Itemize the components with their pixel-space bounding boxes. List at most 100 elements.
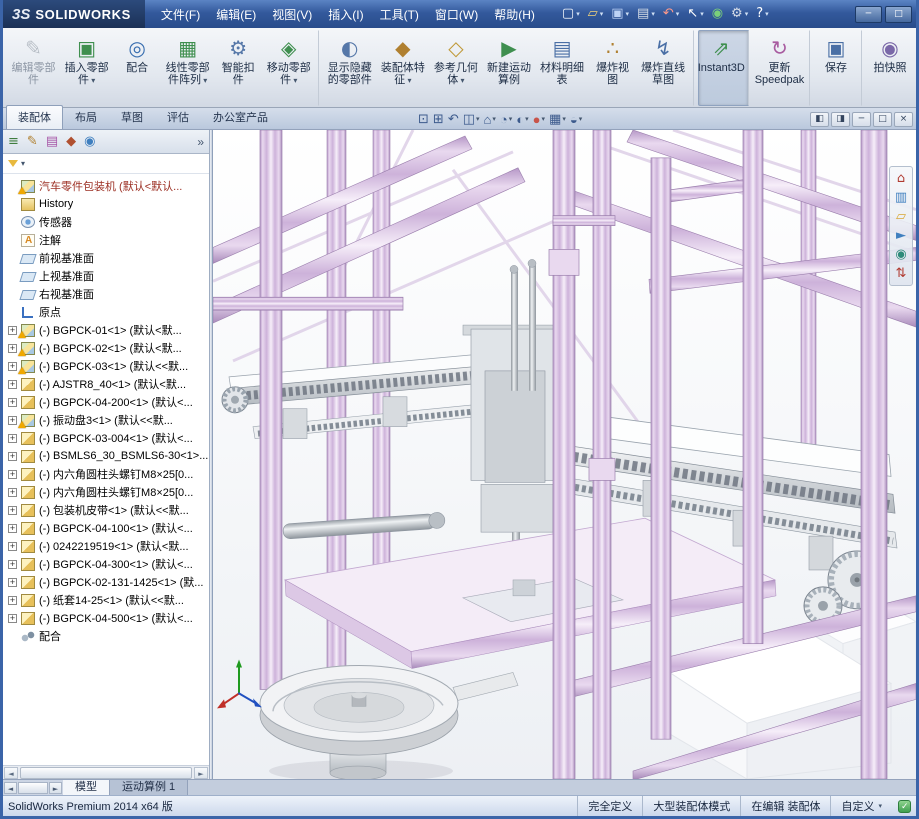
previous-doc-button[interactable]: ◧ — [810, 112, 829, 127]
show-hidden-components-button[interactable]: ◐ 显示隐藏的零部件 — [323, 30, 376, 106]
restore-button[interactable]: □ — [885, 6, 912, 23]
forward-button-icon[interactable]: ► — [896, 228, 906, 243]
expand-icon[interactable] — [8, 416, 17, 425]
expand-icon[interactable] — [8, 434, 17, 443]
expand-icon[interactable] — [8, 344, 17, 353]
expand-icon[interactable] — [8, 362, 17, 371]
tree-item[interactable]: (-) BGPCK-01<1> (默认<默... — [5, 321, 209, 339]
tree-item[interactable]: (-) 内六角圆柱头螺钉M8×25[0... — [5, 483, 209, 501]
section-view-button[interactable]: ◫ — [463, 111, 480, 127]
scroll-left-icon[interactable]: ◄ — [4, 767, 18, 779]
instant3d-button[interactable]: ⇗ Instant3D — [698, 30, 749, 106]
options-button[interactable]: ⚙ — [728, 5, 751, 23]
menu-item[interactable]: 编辑(E) — [208, 1, 264, 28]
expand-icon[interactable] — [8, 560, 17, 569]
bill-of-materials-button[interactable]: ▤ 材料明细表 — [536, 30, 589, 106]
undo-button[interactable]: ↶ — [660, 5, 682, 23]
tree-item[interactable]: 注解 — [5, 231, 209, 249]
menu-item[interactable]: 窗口(W) — [427, 1, 486, 28]
close-doc-button[interactable]: × — [894, 112, 913, 127]
updown-button-icon[interactable]: ⇅ — [896, 266, 907, 281]
tree-item[interactable]: (-) BGPCK-03<1> (默认<<默... — [5, 357, 209, 375]
new-document-button[interactable]: ▢ — [559, 5, 583, 23]
print-button[interactable]: ▤ — [634, 5, 658, 23]
expand-icon[interactable] — [8, 596, 17, 605]
restore-doc-button[interactable]: □ — [873, 112, 892, 127]
take-snapshot-button[interactable]: ◉ 拍快照 — [866, 30, 914, 106]
menu-item[interactable]: 帮助(H) — [486, 1, 543, 28]
view-settings-button[interactable]: ◒ — [570, 112, 582, 127]
apply-scene-button[interactable]: ▦ — [549, 111, 566, 127]
zoom-area-button[interactable]: ⊞ — [433, 111, 444, 127]
mate-button[interactable]: ◎ 配合 — [113, 30, 161, 106]
tab-evaluate[interactable]: 评估 — [155, 105, 201, 129]
tree-item[interactable]: (-) BGPCK-04-300<1> (默认<... — [5, 555, 209, 573]
menu-item[interactable]: 文件(F) — [153, 1, 208, 28]
select-button[interactable]: ↖ — [684, 5, 706, 23]
filter-funnel-icon[interactable] — [8, 160, 18, 167]
tree-item[interactable]: (-) 振动盘3<1> (默认<<默... — [5, 411, 209, 429]
menu-item[interactable]: 视图(V) — [264, 1, 320, 28]
featuremanager-tab-icon[interactable]: ≡ — [8, 135, 19, 149]
assembly-3d-model[interactable] — [213, 130, 916, 779]
tree-item[interactable]: (-) BGPCK-02-131-1425<1> (默... — [5, 573, 209, 591]
new-motion-study-button[interactable]: ▶ 新建运动算例 — [482, 30, 535, 106]
assembly-features-button[interactable]: ◆ 装配体特征 — [376, 30, 429, 106]
tab-assembly[interactable]: 装配体 — [6, 105, 63, 129]
expand-icon[interactable] — [8, 452, 17, 461]
tree-item[interactable]: (-) 0242219519<1> (默认<默... — [5, 537, 209, 555]
tree-item[interactable]: 右视基准面 — [5, 285, 209, 303]
rebuild-button[interactable]: ◉ — [709, 5, 726, 23]
next-doc-button[interactable]: ◨ — [831, 112, 850, 127]
menu-item[interactable]: 工具(T) — [372, 1, 427, 28]
model-tab[interactable]: 模型 — [63, 780, 110, 795]
propertymanager-tab-icon[interactable]: ✎ — [27, 135, 38, 149]
panel-overflow-chevron[interactable]: » — [197, 135, 204, 149]
tree-item[interactable]: 原点 — [5, 303, 209, 321]
panel-horizontal-scrollbar[interactable]: ◄ ► — [3, 765, 209, 779]
smart-fasteners-button[interactable]: ⚙ 智能扣件 — [214, 30, 262, 106]
reference-geometry-button[interactable]: ◇ 参考几何体 — [429, 30, 482, 106]
tree-item[interactable]: (-) 纸套14-25<1> (默认<<默... — [5, 591, 209, 609]
expand-icon[interactable] — [8, 542, 17, 551]
performance-button-icon[interactable]: ▥ — [895, 190, 907, 205]
expand-icon[interactable] — [8, 614, 17, 623]
insert-components-button[interactable]: ▣ 插入零部件 — [60, 30, 113, 106]
expand-icon[interactable] — [8, 506, 17, 515]
edit-appearance-button[interactable]: ● — [533, 112, 545, 127]
tree-root-assembly[interactable]: 汽车零件包装机 (默认<默认... — [5, 177, 209, 195]
view-orientation-button[interactable]: ⌂ — [484, 112, 496, 127]
expand-icon[interactable] — [8, 398, 17, 407]
minimize-button[interactable]: ─ — [855, 6, 882, 23]
previous-view-button[interactable]: ↶ — [448, 111, 459, 127]
tree-item[interactable]: (-) BGPCK-04-500<1> (默认<... — [5, 609, 209, 627]
tree-item[interactable]: 上视基准面 — [5, 267, 209, 285]
expand-icon[interactable] — [8, 326, 17, 335]
tree-item[interactable]: (-) BGPCK-02<1> (默认<默... — [5, 339, 209, 357]
tree-item[interactable]: (-) 内六角圆柱头螺钉M8×25[0... — [5, 465, 209, 483]
displaymanager-tab-icon[interactable]: ◉ — [84, 135, 95, 149]
display-style-button[interactable]: ◔ — [500, 112, 512, 127]
expand-icon[interactable] — [8, 524, 17, 533]
tree-item[interactable]: (-) BGPCK-04-200<1> (默认<... — [5, 393, 209, 411]
filter-dropdown-icon[interactable]: ▾ — [21, 159, 25, 168]
open-folder-button-icon[interactable]: ▱ — [896, 209, 906, 224]
tab-scroll-left-icon[interactable]: ◄ — [4, 782, 17, 794]
move-component-button[interactable]: ◈ 移动零部件 — [262, 30, 319, 106]
scrollbar-thumb[interactable] — [20, 767, 192, 779]
tab-scroll-right-icon[interactable]: ► — [49, 782, 62, 794]
tree-item[interactable]: (-) BSMLS6_30_BSMLS6-30<1>... — [5, 447, 209, 465]
linear-component-pattern-button[interactable]: ▦ 线性零部件阵列 — [161, 30, 214, 106]
tree-item[interactable]: (-) 包装机皮带<1> (默认<<默... — [5, 501, 209, 519]
help-button[interactable]: ? — [753, 5, 771, 23]
motion-study-tab[interactable]: 运动算例 1 — [110, 780, 188, 795]
tree-item[interactable]: 传感器 — [5, 213, 209, 231]
minimize-doc-button[interactable]: ─ — [852, 112, 871, 127]
tree-item[interactable]: (-) AJSTR8_40<1> (默认<默... — [5, 375, 209, 393]
scroll-right-icon[interactable]: ► — [194, 767, 208, 779]
zoom-fit-button[interactable]: ⊡ — [418, 111, 429, 127]
save-ribbon-button[interactable]: ▣ 保存 — [814, 30, 862, 106]
tree-item[interactable]: 配合 — [5, 627, 209, 645]
update-speedpak-button[interactable]: ↻ 更新Speedpak — [753, 30, 810, 106]
configurationmanager-tab-icon[interactable]: ▤ — [46, 135, 58, 149]
